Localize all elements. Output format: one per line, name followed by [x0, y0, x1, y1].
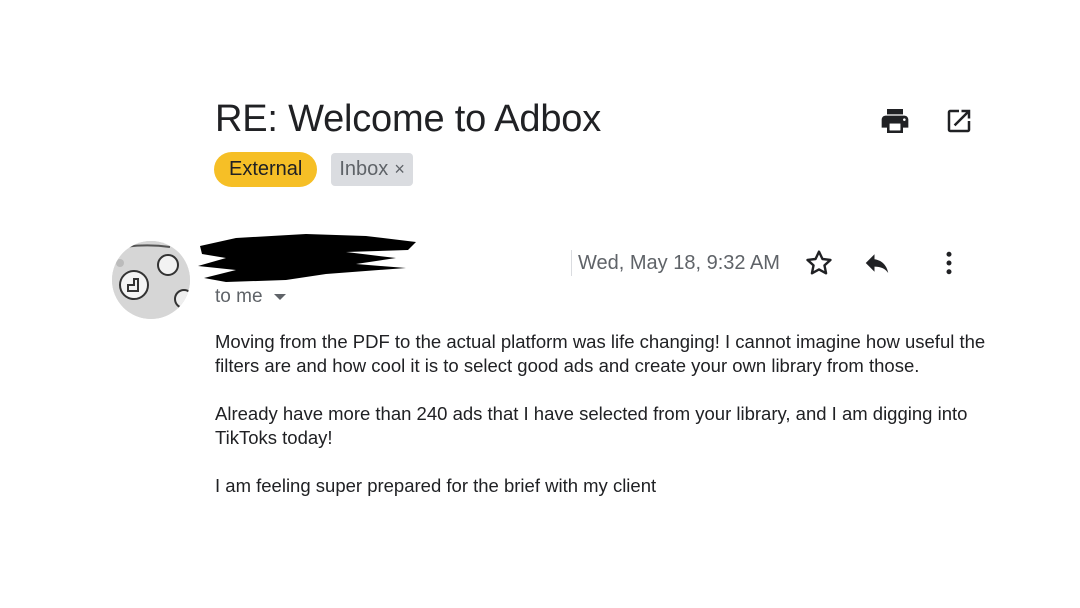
email-subject: RE: Welcome to Adbox [215, 98, 602, 140]
message-actions [802, 246, 966, 280]
body-paragraph: Already have more than 240 ads that I ha… [215, 403, 968, 448]
more-vert-icon [946, 251, 952, 275]
message-date: Wed, May 18, 9:32 AM [578, 252, 780, 274]
arrow-drop-down-icon [273, 294, 286, 300]
label-chips: External Inbox × [214, 152, 413, 187]
recipient-details-toggle[interactable]: to me [215, 286, 287, 308]
print-button[interactable] [878, 104, 912, 138]
thread-actions [878, 104, 976, 138]
inbox-label: Inbox × [331, 153, 413, 186]
body-paragraph: Moving from the PDF to the actual platfo… [215, 331, 986, 376]
date-divider [571, 250, 572, 276]
message-body: Moving from the PDF to the actual platfo… [215, 330, 995, 522]
remove-label-icon[interactable]: × [394, 153, 405, 186]
star-icon [806, 250, 832, 275]
inbox-label-text: Inbox [339, 158, 389, 180]
reply-button[interactable] [860, 246, 894, 280]
sender-name-redaction [196, 230, 421, 291]
reply-icon [865, 254, 889, 273]
body-paragraph: I am feeling super prepared for the brie… [215, 475, 657, 496]
print-icon [881, 109, 909, 133]
open-in-new-window-button[interactable] [942, 104, 976, 138]
recipient-text: to me [215, 286, 263, 307]
avatar-image [112, 241, 190, 319]
star-button[interactable] [802, 246, 836, 280]
open-in-new-icon [947, 109, 971, 133]
more-options-button[interactable] [932, 246, 966, 280]
external-label: External [214, 152, 318, 187]
avatar[interactable] [112, 241, 190, 319]
